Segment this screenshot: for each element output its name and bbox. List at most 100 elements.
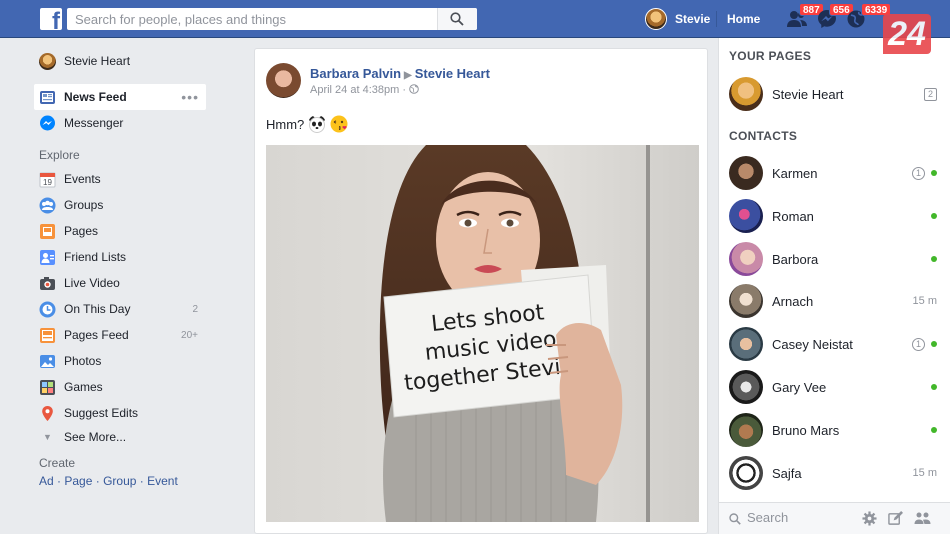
post-message: Hmm?	[266, 115, 348, 133]
contact-status	[925, 256, 937, 262]
contact-name: Sajfa	[772, 465, 802, 481]
sidebar-item-label: Friend Lists	[64, 250, 127, 264]
messages-button[interactable]: 656	[817, 3, 854, 29]
create-page-link[interactable]: Page	[64, 474, 92, 488]
sidebar-item-pages-feed[interactable]: Pages Feed 20+	[34, 322, 206, 348]
last-active-time: 15 m	[912, 467, 937, 479]
sidebar-item-groups[interactable]: Groups	[34, 192, 206, 218]
sidebar-item-label: Pages Feed	[64, 328, 129, 342]
flag-icon	[40, 223, 55, 239]
online-status-icon	[931, 384, 937, 390]
avatar	[729, 77, 763, 111]
contact-status	[925, 384, 937, 390]
facebook-logo-icon[interactable]: f	[40, 8, 62, 30]
contact-item-arnach[interactable]: Arnach 15 m	[719, 281, 950, 321]
right-sidebar: YOUR PAGES Stevie Heart 2 CONTACTS Karme…	[718, 38, 950, 534]
contact-item-bruno-mars[interactable]: Bruno Mars	[719, 410, 950, 450]
chat-search-input[interactable]	[747, 510, 867, 525]
contact-item-gary-vee[interactable]: Gary Vee	[719, 367, 950, 407]
contact-item-karmen[interactable]: Karmen 1	[719, 153, 950, 193]
profile-name: Stevie	[675, 12, 711, 26]
gear-icon[interactable]	[862, 511, 877, 526]
top-navigation-bar: f Stevie Home 887 656 6339	[0, 0, 950, 38]
create-event-link[interactable]: Event	[147, 474, 178, 488]
contact-name: Roman	[772, 208, 814, 224]
sidebar-item-news-feed[interactable]: News Feed •••	[34, 84, 206, 110]
see-more-label: See More...	[64, 430, 127, 444]
sidebar-item-pages[interactable]: Pages	[34, 218, 206, 244]
meta-separator: ·	[402, 84, 407, 96]
post-author-link[interactable]: Barbara Palvin	[310, 66, 401, 81]
post-meta: April 24 at 4:38pm ·	[310, 84, 419, 96]
sidebar-item-friend-lists[interactable]: Friend Lists	[34, 244, 206, 270]
contact-name: Barbora	[772, 251, 819, 267]
groups-icon	[39, 197, 56, 213]
sidebar-item-label: Games	[64, 380, 103, 394]
search-icon	[729, 513, 741, 525]
panda-emoji-icon	[309, 116, 326, 133]
friend-list-icon	[40, 249, 55, 265]
sidebar-item-label: Groups	[64, 198, 104, 212]
see-more-link[interactable]: ▼ See More...	[34, 426, 206, 448]
group-chat-icon[interactable]	[914, 511, 931, 526]
games-icon	[40, 379, 55, 395]
unread-badge: 1	[912, 337, 925, 351]
contact-name: Bruno Mars	[772, 422, 840, 438]
page-item[interactable]: Stevie Heart 2	[719, 74, 950, 114]
chevron-down-icon: ▼	[43, 432, 52, 442]
feed-post: Barbara Palvin ▶ Stevie Heart April 24 at …	[254, 48, 708, 534]
online-status-icon	[931, 341, 937, 347]
contact-status	[925, 427, 937, 433]
contact-status: 1	[912, 166, 937, 180]
search-input[interactable]	[67, 8, 437, 30]
avatar	[729, 199, 763, 233]
sidebar-item-count: 2	[192, 303, 198, 315]
create-ad-link[interactable]: Ad	[39, 474, 54, 488]
caret-right-icon: ▶	[404, 70, 412, 81]
post-timestamp[interactable]: April 24 at 4:38pm	[310, 84, 399, 96]
avatar	[729, 370, 763, 404]
globe-icon[interactable]	[409, 84, 419, 94]
online-status-icon	[931, 427, 937, 433]
online-status-icon	[931, 170, 937, 176]
messenger-icon	[40, 115, 55, 130]
sidebar-item-games[interactable]: Games	[34, 374, 206, 400]
contact-item-sajfa[interactable]: Sajfa 15 m	[719, 453, 950, 493]
notifications-button[interactable]: 6339	[846, 3, 892, 29]
more-options-icon[interactable]: •••	[181, 89, 199, 105]
contact-item-roman[interactable]: Roman	[719, 196, 950, 236]
contact-name: Arnach	[772, 293, 814, 309]
sidebar-item-label: Suggest Edits	[64, 406, 139, 420]
post-photo[interactable]: Lets shoot music video together Stevie!	[266, 145, 699, 522]
sidebar-item-on-this-day[interactable]: On This Day 2	[34, 296, 206, 322]
post-target-link[interactable]: Stevie Heart	[415, 66, 490, 81]
contacts-title: CONTACTS	[729, 129, 798, 143]
avatar	[39, 52, 56, 70]
post-author-avatar[interactable]	[266, 63, 301, 98]
your-pages-title: YOUR PAGES	[729, 49, 812, 63]
contact-name: Karmen	[772, 165, 818, 181]
page-name: Stevie Heart	[772, 86, 844, 102]
friend-requests-button[interactable]: 887	[786, 3, 824, 29]
sidebar-item-events[interactable]: 19 Events	[34, 166, 206, 192]
sidebar-profile[interactable]: Stevie Heart	[34, 48, 206, 74]
sidebar-item-photos[interactable]: Photos	[34, 348, 206, 374]
new-message-icon[interactable]	[888, 511, 903, 526]
profile-link[interactable]: Stevie	[645, 7, 710, 31]
contact-item-casey-neistat[interactable]: Casey Neistat 1	[719, 324, 950, 364]
search-bar	[67, 8, 477, 30]
online-status-icon	[931, 256, 937, 262]
map-pin-icon	[42, 405, 53, 421]
search-button[interactable]	[437, 8, 477, 30]
page-notification-count: 2	[924, 87, 937, 101]
online-status-icon	[931, 213, 937, 219]
avatar	[729, 156, 763, 190]
home-link[interactable]: Home	[716, 11, 760, 27]
create-group-link[interactable]: Group	[103, 474, 136, 488]
sidebar-item-suggest-edits[interactable]: Suggest Edits	[34, 400, 206, 426]
avatar	[729, 456, 763, 490]
contact-status: 1	[912, 337, 937, 351]
sidebar-item-messenger[interactable]: Messenger	[34, 110, 206, 136]
contact-item-barbora[interactable]: Barbora	[719, 239, 950, 279]
sidebar-item-live-video[interactable]: Live Video	[34, 270, 206, 296]
